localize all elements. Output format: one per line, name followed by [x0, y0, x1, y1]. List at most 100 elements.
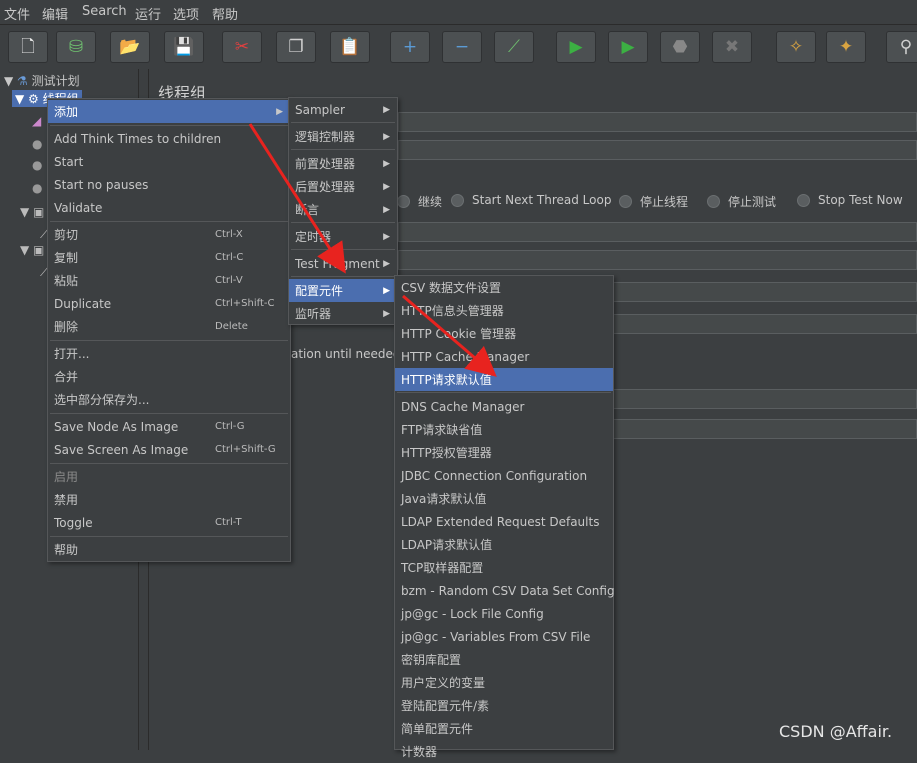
submenu-item-pre-processor[interactable]: 前置处理器 ▶ [289, 152, 397, 175]
config-menu-item[interactable]: TCP取样器配置 [395, 556, 613, 579]
config-menu-item[interactable]: 简单配置元件 [395, 717, 613, 740]
clear-all-button[interactable]: ✦ [826, 31, 866, 63]
tree-child-icon[interactable]: ● [32, 181, 42, 195]
radio-continue[interactable]: 继续 [397, 193, 442, 210]
comment-field[interactable] [398, 140, 917, 160]
menu-item-open[interactable]: 打开... [48, 342, 290, 365]
config-menu-item[interactable]: 用户定义的变量 [395, 671, 613, 694]
radio-stop-test-now[interactable]: Stop Test Now [797, 193, 903, 207]
config-menu-item-label: jp@gc - Lock File Config [401, 606, 544, 621]
menu-run[interactable]: 运行 [135, 4, 161, 23]
radio-start-next-loop[interactable]: Start Next Thread Loop [451, 193, 611, 207]
new-button[interactable]: 🗋 [8, 31, 48, 63]
menu-options[interactable]: 选项 [173, 4, 199, 23]
submenu-item-test-fragment[interactable]: Test Fragment ▶ [289, 252, 397, 275]
ramp-up-field[interactable] [398, 250, 917, 270]
collapse-button[interactable]: − [442, 31, 482, 63]
open-button[interactable]: 📂 [110, 31, 150, 63]
menu-item-disable[interactable]: 禁用 [48, 488, 290, 511]
menu-item-enable[interactable]: 启用 [48, 465, 290, 488]
menu-edit[interactable]: 编辑 [42, 4, 68, 23]
menu-item-help[interactable]: 帮助 [48, 538, 290, 561]
menu-item-delete[interactable]: 删除 Delete [48, 315, 290, 338]
radio-stop-thread[interactable]: 停止线程 [619, 193, 688, 210]
menu-item-validate[interactable]: Validate [48, 196, 290, 219]
config-menu-item[interactable]: DNS Cache Manager [395, 395, 613, 418]
menu-item-save-selection[interactable]: 选中部分保存为... [48, 388, 290, 411]
submenu-item-config-element[interactable]: 配置元件 ▶ [289, 279, 397, 302]
toggle-button[interactable]: ⟋ [494, 31, 534, 63]
templates-button[interactable]: ⛁ [56, 31, 96, 63]
stop-button[interactable]: ⬣ [660, 31, 700, 63]
copy-button[interactable]: ❐ [276, 31, 316, 63]
config-menu-item[interactable]: jp@gc - Variables From CSV File [395, 625, 613, 648]
config-menu-item[interactable]: jp@gc - Lock File Config [395, 602, 613, 625]
config-menu-item-label: TCP取样器配置 [401, 561, 484, 575]
menu-item-toggle[interactable]: Toggle Ctrl-T [48, 511, 290, 534]
tree-child-icon[interactable]: ● [32, 137, 42, 151]
radio-circle [797, 193, 810, 207]
expand-button[interactable]: + [390, 31, 430, 63]
config-menu-item[interactable]: JDBC Connection Configuration [395, 464, 613, 487]
submenu-item-logic-controller[interactable]: 逻辑控制器 ▶ [289, 125, 397, 148]
tree-child-icon[interactable]: ● [32, 158, 42, 172]
menu-item-copy[interactable]: 复制 Ctrl-C [48, 246, 290, 269]
shutdown-button[interactable]: ✖ [712, 31, 752, 63]
menu-item-add-think-times[interactable]: Add Think Times to children [48, 127, 290, 150]
config-menu-item-label: JDBC Connection Configuration [401, 468, 588, 483]
config-menu-item-label: bzm - Random CSV Data Set Config [401, 583, 615, 598]
menu-item-duplicate[interactable]: Duplicate Ctrl+Shift-C [48, 292, 290, 315]
config-menu-item-label: DNS Cache Manager [401, 399, 525, 414]
config-menu-item[interactable]: Java请求默认值 [395, 487, 613, 510]
menu-item-cut[interactable]: 剪切 Ctrl-X [48, 223, 290, 246]
submenu-item-post-processor[interactable]: 后置处理器 ▶ [289, 175, 397, 198]
config-menu-item[interactable]: HTTP请求默认值 [395, 368, 613, 391]
save-button[interactable]: 💾 [164, 31, 204, 63]
name-field[interactable] [398, 112, 917, 132]
tree-child-icon[interactable]: ◢ [32, 114, 41, 128]
thread-count-field[interactable] [398, 222, 917, 242]
menu-help[interactable]: 帮助 [212, 4, 238, 23]
menu-item-merge[interactable]: 合并 [48, 365, 290, 388]
cut-button[interactable]: ✂ [222, 31, 262, 63]
config-menu-item[interactable]: HTTP Cookie 管理器 [395, 322, 613, 345]
menu-item-save-node-image[interactable]: Save Node As Image Ctrl-G [48, 415, 290, 438]
clear-button[interactable]: ✧ [776, 31, 816, 63]
config-menu-item[interactable]: HTTP信息头管理器 [395, 299, 613, 322]
menu-separator [50, 413, 288, 414]
config-menu-item[interactable]: CSV 数据文件设置 [395, 276, 613, 299]
tree-expand-icon[interactable]: ▼ ▣ [20, 243, 44, 257]
config-menu-item[interactable]: HTTP授权管理器 [395, 441, 613, 464]
menu-item-save-screen-image[interactable]: Save Screen As Image Ctrl+Shift-G [48, 438, 290, 461]
start-no-pauses-button[interactable]: ▶ [608, 31, 648, 63]
config-menu-item[interactable]: FTP请求缺省值 [395, 418, 613, 441]
tree-expand-icon[interactable]: ▼ ▣ [20, 205, 44, 219]
config-menu-item[interactable]: 登陆配置元件/素 [395, 694, 613, 717]
arrow-right-icon: ▶ [383, 158, 390, 169]
radio-stop-test[interactable]: 停止测试 [707, 193, 776, 210]
search-button[interactable]: ⚲ [886, 31, 917, 63]
config-menu-item[interactable]: 密钥库配置 [395, 648, 613, 671]
config-menu-item-label: HTTP Cookie 管理器 [401, 327, 517, 341]
start-button[interactable]: ▶ [556, 31, 596, 63]
menu-file[interactable]: 文件 [4, 4, 30, 23]
config-menu-item[interactable]: bzm - Random CSV Data Set Config [395, 579, 615, 602]
menu-item-start[interactable]: Start [48, 150, 290, 173]
config-menu-item[interactable]: LDAP请求默认值 [395, 533, 613, 556]
tree-root-node[interactable]: ▼ ⚗ 测试计划 [4, 72, 80, 89]
menu-search[interactable]: Search [82, 4, 127, 19]
menu-item-start-no-pauses[interactable]: Start no pauses [48, 173, 290, 196]
config-menu-item[interactable]: 计数器 [395, 740, 613, 763]
paste-button[interactable]: 📋 [330, 31, 370, 63]
submenu-item-listener[interactable]: 监听器 ▶ [289, 302, 397, 325]
menu-item-add[interactable]: 添加 ▶ [48, 100, 290, 123]
submenu-item-assertion[interactable]: 断言 ▶ [289, 198, 397, 221]
config-menu-item[interactable]: HTTP Cache Manager [395, 345, 613, 368]
menu-item-paste[interactable]: 粘贴 Ctrl-V [48, 269, 290, 292]
submenu-item-sampler[interactable]: Sampler ▶ [289, 98, 397, 121]
menu-separator [50, 536, 288, 537]
submenu-item-timer[interactable]: 定时器 ▶ [289, 225, 397, 248]
config-menu-item[interactable]: LDAP Extended Request Defaults [395, 510, 613, 533]
gear-icon: ⚙ [28, 92, 39, 106]
stop-icon: ⬣ [672, 36, 688, 57]
